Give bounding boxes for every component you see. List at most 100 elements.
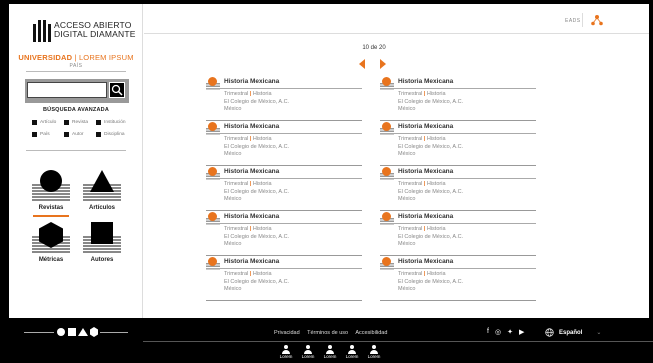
youtube-icon[interactable]: ▶ [519, 328, 524, 336]
journal-title[interactable]: Historia Mexicana [224, 123, 279, 130]
journal-title[interactable]: Historia Mexicana [398, 78, 453, 85]
logo[interactable]: ACCESO ABIERTO DIGITAL DIAMANTE [33, 18, 136, 42]
search-box [25, 79, 129, 103]
filter-institucion[interactable]: Institución [96, 119, 129, 125]
checkbox[interactable] [96, 119, 101, 125]
instagram-icon[interactable]: ◎ [495, 328, 501, 336]
journal-card[interactable]: Historia Mexicana Trimestral | Historia El… [206, 257, 362, 301]
discipline: Historia [426, 91, 446, 97]
twitter-icon[interactable]: ✦ [507, 328, 513, 336]
person-icon [350, 345, 354, 349]
journal-meta: Trimestral | Historia El Colegio de Méxic… [398, 271, 463, 294]
privacy-link[interactable]: Privacidad [274, 330, 300, 336]
journal-card[interactable]: Historia Mexicana Trimestral | Historia El… [380, 122, 536, 166]
filter-label: Autor [72, 131, 84, 137]
filter-articulo[interactable]: Artículo [32, 119, 64, 125]
language-label: Español [559, 329, 583, 336]
app-window: ACCESO ABIERTO DIGITAL DIAMANTE UNIVERSI… [9, 4, 649, 318]
journal-title[interactable]: Historia Mexicana [398, 123, 453, 130]
next-page-icon[interactable] [380, 59, 386, 69]
journal-card[interactable]: Historia Mexicana Trimestral | Historia El… [206, 212, 362, 256]
chevron-down-icon: ⌄ [596, 330, 602, 336]
checkbox[interactable] [64, 131, 69, 137]
top-bar: EADS [144, 4, 649, 34]
institution: El Colegio de México, A.C. [224, 98, 290, 105]
top-link[interactable]: EADS [565, 18, 581, 24]
journal-title[interactable]: Historia Mexicana [398, 213, 453, 220]
journal-meta: Trimestral | Historia El Colegio de Méxic… [398, 181, 463, 204]
advanced-search-link[interactable]: BÚSQUEDA AVANZADA [9, 107, 143, 113]
terms-link[interactable]: Términos de uso [307, 330, 348, 336]
sidebar: ACCESO ABIERTO DIGITAL DIAMANTE UNIVERSI… [9, 4, 143, 318]
checkbox[interactable] [96, 131, 101, 137]
search-input[interactable] [27, 82, 107, 98]
journal-title[interactable]: Historia Mexicana [224, 78, 279, 85]
institution: El Colegio de México, A.C. [224, 233, 290, 240]
language-selector[interactable]: Español ⌄ [545, 328, 601, 337]
country: México [398, 196, 416, 203]
divider [380, 178, 536, 179]
journal-card[interactable]: Historia Mexicana Trimestral | Historia El… [206, 77, 362, 121]
filter-pais[interactable]: País [32, 131, 64, 137]
pagination-text: 10 de 20 [362, 45, 386, 51]
journal-card[interactable]: Historia Mexicana Trimestral | Historia El… [206, 167, 362, 211]
main-content: EADS 10 de 20 Historia Mexicana Trimestra… [144, 4, 649, 318]
prev-page-icon[interactable] [359, 59, 365, 69]
facebook-icon[interactable]: f [487, 328, 489, 336]
logo-line-2: DIGITAL DIAMANTE [54, 29, 136, 39]
filter-label: Disciplina [104, 131, 125, 137]
frequency: Trimestral [224, 271, 249, 277]
accessibility-link[interactable]: Accesibilidad [355, 330, 387, 336]
checkbox[interactable] [64, 119, 69, 125]
filter-disciplina[interactable]: Disciplina [96, 131, 129, 137]
journal-card[interactable]: Historia Mexicana Trimestral | Historia El… [380, 257, 536, 301]
university-name: UNIVERSIDAD | LOREM IPSUM [9, 53, 143, 62]
country: México [224, 196, 242, 203]
discipline: Historia [426, 271, 446, 277]
journal-title[interactable]: Historia Mexicana [398, 258, 453, 265]
divider [206, 88, 362, 89]
nav-metricas[interactable]: Métricas [29, 222, 73, 263]
person-link[interactable]: Lorem [363, 345, 385, 359]
network-icon[interactable] [591, 14, 603, 26]
filter-label: Revista [72, 119, 88, 125]
institution: El Colegio de México, A.C. [398, 278, 464, 285]
journal-card[interactable]: Historia Mexicana Trimestral | Historia El… [380, 212, 536, 256]
person-label: Lorem [279, 354, 293, 359]
search-button[interactable] [109, 82, 125, 98]
filter-revista[interactable]: Revista [64, 119, 96, 125]
journal-title[interactable]: Historia Mexicana [224, 213, 279, 220]
journal-title[interactable]: Historia Mexicana [398, 168, 453, 175]
nav-autores[interactable]: Autores [80, 222, 124, 263]
search-icon [111, 84, 123, 96]
nav-label: Artículos [88, 205, 115, 211]
divider [380, 268, 536, 269]
journal-meta: Trimestral | Historia El Colegio de Méxic… [398, 226, 463, 249]
person-link[interactable]: Lorem [297, 345, 319, 359]
discipline: Historia [252, 271, 272, 277]
filter-autor[interactable]: Autor [64, 131, 96, 137]
journal-title[interactable]: Historia Mexicana [224, 258, 279, 265]
country-label: PAÍS [69, 63, 83, 69]
journal-card[interactable]: Historia Mexicana Trimestral | Historia El… [206, 122, 362, 166]
person-label: Lorem [345, 354, 359, 359]
journal-card[interactable]: Historia Mexicana Trimestral | Historia El… [380, 167, 536, 211]
person-icon [306, 345, 310, 349]
footer-divider [143, 341, 653, 342]
filter-label: Artículo [40, 119, 57, 125]
journal-title[interactable]: Historia Mexicana [224, 168, 279, 175]
nav-label: Autores [90, 257, 114, 263]
journal-card[interactable]: Historia Mexicana Trimestral | Historia El… [380, 77, 536, 121]
divider [380, 88, 536, 89]
person-link[interactable]: Lorem [341, 345, 363, 359]
checkbox[interactable] [32, 131, 37, 137]
nav-revistas[interactable]: Revistas [29, 170, 73, 217]
univ-separator: | [72, 53, 79, 62]
institution: El Colegio de México, A.C. [398, 188, 464, 195]
checkbox[interactable] [32, 119, 37, 125]
person-link[interactable]: Lorem [275, 345, 297, 359]
social-links: f ◎ ✦ ▶ [487, 328, 530, 336]
person-link[interactable]: Lorem [319, 345, 341, 359]
nav-articulos[interactable]: Artículos [80, 170, 124, 211]
logo-mark-icon [33, 18, 51, 42]
